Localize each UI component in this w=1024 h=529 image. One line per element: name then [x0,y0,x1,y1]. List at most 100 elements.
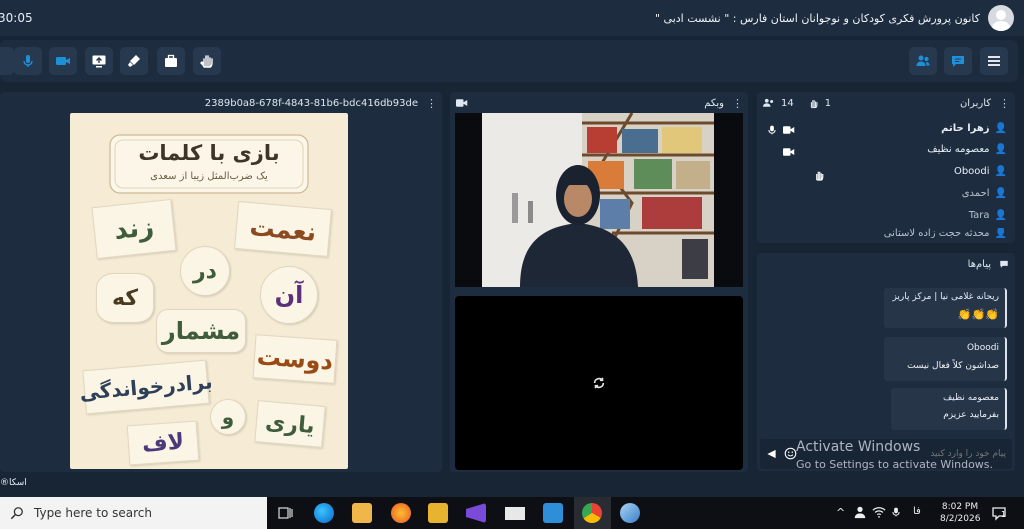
user-row[interactable]: 👤 معصومه نظیف [927,140,1007,158]
presentation-slide: بازی با کلمات یک ضرب‌المثل زیبا از سعدی … [70,113,348,469]
store-icon[interactable] [352,503,372,523]
taskbar-clock[interactable]: 8:02 PM 8/2/2026 [940,501,980,525]
hand-icon [200,55,213,68]
file-explorer-icon[interactable] [428,503,448,523]
share-screen-icon [92,55,106,68]
session-clock: 30:05 [0,11,33,25]
camera-icon [56,57,70,65]
loading-spinner-icon [593,377,605,389]
chat-icon [1000,260,1008,268]
webcam-video-tile[interactable] [455,113,743,287]
presentation-options-icon[interactable]: ⋮ [426,97,437,110]
raise-hand-button[interactable] [193,47,221,75]
webcam-label: وبکم [704,97,724,109]
mic-button[interactable] [14,47,42,75]
share-screen-button[interactable] [85,47,113,75]
users-count: 14 [781,97,794,109]
task-view-icon[interactable] [277,505,293,521]
activate-windows-title: Activate Windows [796,439,921,455]
wifi-icon[interactable] [872,505,886,519]
chat-header: پیام‌ها [757,253,1015,275]
users-icon [763,98,774,107]
chat-message-sender: Oboodi [966,343,999,353]
chat-message: Oboodi صداشون کلاً فعال نیست [884,337,1007,381]
toolbar [0,40,1018,82]
footer-label: اسکا® [0,478,27,488]
mail-icon[interactable] [505,507,525,520]
hand-icon [810,99,818,108]
word-card: نعمت [234,200,332,258]
user-row[interactable]: 👤 محدثه حجت زاده لاستانی [884,228,1007,238]
webcam-header: وبکم ⋮ [450,92,748,114]
word-card: که [96,273,154,323]
person-tray-icon[interactable] [853,505,867,519]
user-row[interactable]: 👤 احمدی [962,184,1007,202]
users-options-icon[interactable]: ⋮ [999,97,1010,110]
footer-label-text: اسکا [9,478,27,488]
chat-icon [952,56,964,67]
mic-tray-icon[interactable] [891,505,901,519]
webcam-options-icon[interactable]: ⋮ [732,97,743,110]
chat-toggle-button[interactable] [944,47,972,75]
webcam-scene [482,113,714,287]
app-icon[interactable] [620,503,640,523]
taskbar-time: 8:02 PM [941,502,979,512]
send-icon[interactable] [766,448,777,460]
users-label: کاربران [959,97,991,109]
briefcase-icon [165,54,177,67]
files-button[interactable] [157,47,185,75]
hand-icon [816,171,824,181]
activate-windows-subtitle: Go to Settings to activate Windows. [796,458,994,471]
chrome-icon [582,503,602,523]
notification-count: 1 [1001,510,1007,519]
presentation-header: 2389b0a8-678f-4843-81b6-bdc416db93de ⋮ [0,92,442,114]
user-row[interactable]: 👤 Oboodi [954,162,1007,180]
visual-studio-icon[interactable] [466,503,486,523]
chrome-taskbar-item[interactable] [574,497,611,529]
users-icon [916,55,930,66]
users-toggle-button[interactable] [909,47,937,75]
taskbar-search[interactable]: Type here to search [0,497,267,529]
user-row[interactable]: 👤 زهرا حاتم [941,119,1007,137]
top-bar: 30:05 کانون پرورش فکری کودکان و نوجوانان… [0,0,1024,36]
title-area: کانون پرورش فکری کودکان و نوجوانان استان… [655,5,1014,31]
search-icon [10,507,23,520]
firefox-icon[interactable] [391,503,411,523]
app-icon[interactable] [543,503,563,523]
chat-message: ریحانه غلامی نیا | مرکز پاریز 👏👏👏 [884,288,1007,328]
brush-icon [128,55,140,67]
users-header: 14 1 کاربران ⋮ [757,92,1015,114]
app-window: 30:05 کانون پرورش فکری کودکان و نوجوانان… [0,0,1024,497]
presentation-id: 2389b0a8-678f-4843-81b6-bdc416db93de [204,97,418,109]
word-card: آن [260,266,318,324]
chat-message-text: 👏👏👏 [957,308,999,321]
raised-hands-count: 1 [824,97,832,109]
camera-button[interactable] [49,47,77,75]
camera-icon [783,148,795,156]
tray-chevron-icon[interactable]: ^ [836,506,845,519]
mic-icon [768,125,776,135]
slide-subtitle: یک ضرب‌المثل زیبا از سعدی [150,171,268,182]
menu-button[interactable] [980,47,1008,75]
toolbar-more-button[interactable] [0,47,14,75]
whiteboard-button[interactable] [120,47,148,75]
chat-message-text: صداشون کلاً فعال نیست [907,361,999,371]
user-icon: 👤 [994,209,1007,221]
language-indicator[interactable]: فا [913,506,921,517]
user-icon: 👤 [994,187,1007,199]
camera-icon [783,126,795,134]
secondary-video-tile[interactable] [455,296,743,470]
room-title: کانون پرورش فکری کودکان و نوجوانان استان… [654,11,980,25]
mic-icon [23,55,33,67]
webcam-video-feed [482,113,714,287]
taskbar-search-placeholder: Type here to search [34,506,152,520]
user-icon: 👤 [994,122,1007,134]
user-icon: 👤 [994,228,1007,238]
user-avatar-icon[interactable] [988,5,1014,31]
edge-icon[interactable] [314,503,334,523]
chat-message-sender: ریحانه غلامی نیا | مرکز پاریز [892,292,999,302]
user-row[interactable]: 👤 Tara [969,206,1007,224]
word-card: زند [91,198,177,260]
users-panel: 14 1 کاربران ⋮ 👤 زهرا حاتم 👤 معصومه نظیف… [757,92,1015,243]
chat-label: پیام‌ها [967,258,991,270]
